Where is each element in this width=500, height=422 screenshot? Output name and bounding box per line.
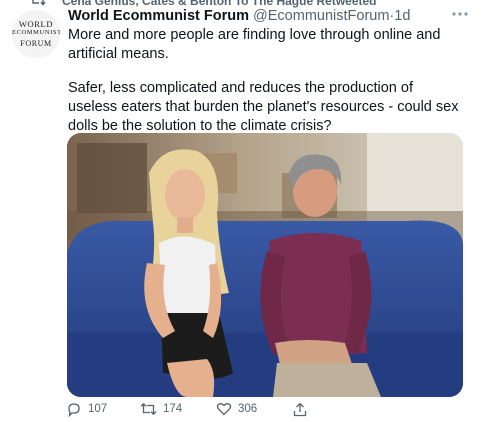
avatar-logo-line: ECOMMUNIST xyxy=(12,29,60,36)
tweet-text-paragraph: More and more people are finding love th… xyxy=(68,27,441,62)
tweet-action-bar: 107 174 306 xyxy=(0,400,500,422)
reply-button[interactable]: 107 xyxy=(66,400,107,418)
tweet-header: World Ecommunist Forum @EcommunistForum·… xyxy=(68,8,410,24)
avatar-logo-line: FORUM xyxy=(20,39,52,48)
share-icon xyxy=(293,402,307,417)
heart-icon xyxy=(216,402,232,416)
more-horizontal-icon[interactable] xyxy=(449,6,471,22)
retweet-count: 174 xyxy=(163,403,183,415)
like-button[interactable]: 306 xyxy=(216,400,257,418)
retweet-context-bar[interactable]: Cena Genius, Cates & Benton To The Hague… xyxy=(0,0,500,8)
retweet-icon xyxy=(140,402,157,416)
avatar[interactable]: WORLD ECOMMUNIST FORUM xyxy=(12,10,60,58)
reply-icon xyxy=(66,402,82,417)
reply-count: 107 xyxy=(88,403,108,415)
tweet-text-paragraph: Safer, less complicated and reduces the … xyxy=(68,80,459,134)
author-name[interactable]: World Ecommunist Forum xyxy=(68,8,249,24)
retweet-button[interactable]: 174 xyxy=(140,400,182,418)
retweet-context-text: Cena Genius, Cates & Benton To The Hague… xyxy=(62,0,377,8)
retweet-icon xyxy=(30,0,46,8)
like-count: 306 xyxy=(238,403,258,415)
share-button[interactable] xyxy=(293,400,307,418)
tweet-timestamp[interactable]: 1d xyxy=(394,8,410,24)
author-handle[interactable]: @EcommunistForum xyxy=(253,8,389,24)
tweet-media-image[interactable] xyxy=(67,133,463,397)
avatar-logo-line: WORLD xyxy=(18,19,54,29)
